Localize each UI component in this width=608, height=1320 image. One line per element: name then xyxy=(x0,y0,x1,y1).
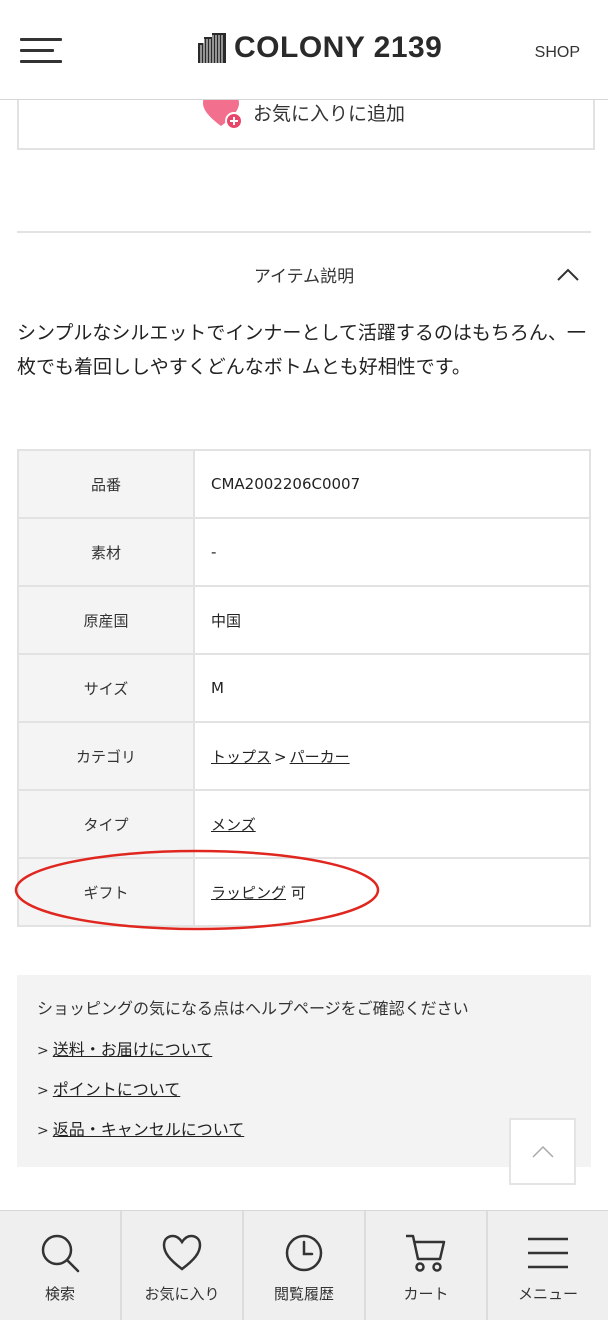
gift-wrapping-link[interactable]: ラッピング xyxy=(211,884,286,902)
site-logo[interactable]: COLONY 2139 xyxy=(198,32,442,64)
menu-icon xyxy=(528,1237,568,1269)
help-link-returns[interactable]: 返品・キャンセルについて xyxy=(53,1120,245,1139)
nav-search[interactable]: 検索 xyxy=(0,1211,122,1320)
bottom-nav: 検索 お気に入り 閲覧履歴 カート メニュー xyxy=(0,1210,608,1320)
help-link-item: > ポイントについて xyxy=(37,1078,591,1101)
logo-text: COLONY 2139 xyxy=(234,31,443,64)
table-row: 素材 - xyxy=(17,517,591,587)
add-to-favorites-label: お気に入りに追加 xyxy=(253,102,406,125)
heart-icon xyxy=(162,1234,202,1271)
spec-value-origin: 中国 xyxy=(193,585,591,655)
help-link-item: > 送料・お届けについて xyxy=(37,1038,591,1061)
spec-value-category: トップス > パーカー xyxy=(193,721,591,791)
spec-label: ギフト xyxy=(17,857,195,927)
spec-value-product-number: CMA2002206C0007 xyxy=(193,449,591,519)
help-link-shipping[interactable]: 送料・お届けについて xyxy=(53,1040,213,1059)
spec-label: サイズ xyxy=(17,653,195,723)
table-row: サイズ M xyxy=(17,653,591,723)
help-box: ショッピングの気になる点はヘルプページをご確認ください > 送料・お届けについて … xyxy=(17,975,591,1167)
category-link-hoodie[interactable]: パーカー xyxy=(290,748,350,766)
cart-icon xyxy=(406,1234,446,1272)
spec-label: 素材 xyxy=(17,517,195,587)
table-row: 品番 CMA2002206C0007 xyxy=(17,449,591,519)
help-link-points[interactable]: ポイントについて xyxy=(53,1080,181,1099)
nav-label: カート xyxy=(403,1285,449,1303)
category-link-tops[interactable]: トップス xyxy=(211,748,271,766)
nav-label: 検索 xyxy=(44,1285,75,1303)
spec-label: カテゴリ xyxy=(17,721,195,791)
hamburger-menu-icon[interactable] xyxy=(20,38,62,64)
spec-value-size: M xyxy=(193,653,591,723)
table-row: タイプ メンズ xyxy=(17,789,591,859)
site-header: COLONY 2139 SHOP xyxy=(0,0,608,100)
nav-cart[interactable]: カート xyxy=(366,1211,488,1320)
nav-label: メニュー xyxy=(517,1285,578,1303)
spec-label: 原産国 xyxy=(17,585,195,655)
back-to-top-button[interactable] xyxy=(509,1118,576,1185)
spec-value-type: メンズ xyxy=(193,789,591,859)
spec-label: タイプ xyxy=(17,789,195,859)
nav-menu[interactable]: メニュー xyxy=(488,1211,608,1320)
nav-history[interactable]: 閲覧履歴 xyxy=(244,1211,366,1320)
breadcrumb-separator: > xyxy=(274,747,287,766)
chevron-right-icon: > xyxy=(37,1123,49,1139)
product-spec-table: 品番 CMA2002206C0007 素材 - 原産国 中国 サイズ M カテゴ… xyxy=(17,449,591,927)
table-row: ギフト ラッピング 可 xyxy=(17,857,591,927)
item-description-toggle[interactable]: アイテム説明 xyxy=(0,262,608,287)
chevron-up-icon xyxy=(532,1146,554,1158)
gift-availability: 可 xyxy=(290,883,306,902)
table-row: 原産国 中国 xyxy=(17,585,591,655)
section-divider xyxy=(17,231,591,233)
chevron-right-icon: > xyxy=(37,1043,49,1059)
clock-icon xyxy=(285,1234,323,1272)
nav-label: 閲覧履歴 xyxy=(273,1285,334,1303)
help-link-item: > 返品・キャンセルについて xyxy=(37,1118,591,1141)
table-row: カテゴリ トップス > パーカー xyxy=(17,721,591,791)
spec-value-material: - xyxy=(193,517,591,587)
spec-value-gift: ラッピング 可 xyxy=(193,857,591,927)
logo-mark-icon xyxy=(198,33,226,63)
item-description-text: シンプルなシルエットでインナーとして活躍するのはもちろん、一枚でも着回ししやすく… xyxy=(17,322,586,378)
chevron-up-icon[interactable] xyxy=(556,268,580,282)
search-icon xyxy=(41,1234,80,1273)
nav-favorites[interactable]: お気に入り xyxy=(122,1211,244,1320)
help-title: ショッピングの気になる点はヘルプページをご確認ください xyxy=(37,999,469,1018)
nav-label: お気に入り xyxy=(144,1285,220,1303)
spec-label: 品番 xyxy=(17,449,195,519)
shop-link[interactable]: SHOP xyxy=(535,44,580,62)
type-link-mens[interactable]: メンズ xyxy=(211,816,256,834)
chevron-right-icon: > xyxy=(37,1083,49,1099)
